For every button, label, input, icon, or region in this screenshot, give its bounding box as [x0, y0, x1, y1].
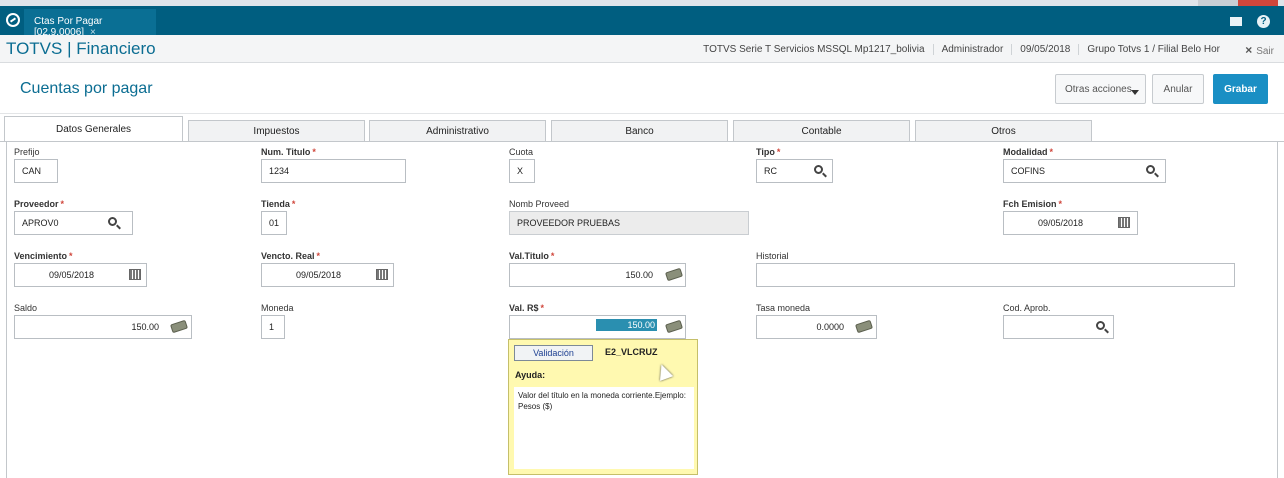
- cancel-button[interactable]: Anular: [1152, 74, 1204, 104]
- fch-emision-label: Fch Emision *: [1003, 199, 1063, 209]
- saldo-label: Saldo: [14, 303, 38, 313]
- cod-aprob-label: Cod. Aprob.: [1003, 303, 1051, 313]
- mail-icon[interactable]: [1230, 17, 1242, 26]
- proveedor-label: Proveedor *: [14, 199, 65, 209]
- vencto-real-label: Vencto. Real *: [261, 251, 321, 261]
- historial-label: Historial: [756, 251, 789, 261]
- tab-datos-generales[interactable]: Datos Generales: [4, 116, 183, 142]
- cuota-label: Cuota: [509, 147, 534, 157]
- help-icon[interactable]: ?: [1257, 15, 1270, 28]
- app-title: TOTVS | Financiero: [6, 39, 156, 58]
- app-tab-bar: Ctas Por Pagar [02.9.0006] × ?: [0, 6, 1284, 38]
- date-info: 09/05/2018: [1011, 44, 1078, 55]
- search-icon[interactable]: [1146, 165, 1155, 174]
- search-icon[interactable]: [108, 217, 117, 226]
- calendar-icon[interactable]: [376, 269, 388, 280]
- exit-button[interactable]: × Sair: [1245, 43, 1274, 57]
- validation-button[interactable]: Validación: [514, 345, 593, 361]
- branch-info: Grupo Totvs 1 / Filial Belo Hor: [1078, 44, 1228, 55]
- vencto-real-input[interactable]: 09/05/2018: [261, 263, 394, 287]
- help-text: Valor del título en la moneda corriente.…: [514, 387, 694, 469]
- val-rs-label: Val. R$ *: [509, 303, 545, 313]
- vencimiento-input[interactable]: 09/05/2018: [14, 263, 147, 287]
- val-rs-selected-value[interactable]: 150.00: [596, 319, 657, 331]
- field-help-popup: Validación E2_VLCRUZ Ayuda: Valor del tí…: [508, 339, 698, 475]
- saldo-input[interactable]: 150.00: [14, 315, 192, 339]
- field-code: E2_VLCRUZ: [605, 347, 658, 357]
- tab-contable[interactable]: Contable: [733, 120, 910, 141]
- num-titulo-input[interactable]: 1234: [261, 159, 406, 183]
- prefijo-input[interactable]: CAN: [14, 159, 58, 183]
- tab-impuestos[interactable]: Impuestos: [188, 120, 365, 141]
- app-header: TOTVS | Financiero TOTVS Serie T Servici…: [0, 35, 1284, 63]
- modalidad-input[interactable]: COFINS: [1003, 159, 1166, 183]
- tab-ctas-por-pagar[interactable]: Ctas Por Pagar [02.9.0006] ×: [24, 9, 156, 38]
- save-button[interactable]: Grabar: [1213, 74, 1268, 104]
- help-heading: Ayuda:: [515, 370, 546, 380]
- moneda-label: Moneda: [261, 303, 294, 313]
- calendar-icon[interactable]: [129, 269, 141, 280]
- moneda-input[interactable]: 1: [261, 315, 285, 339]
- tab-administrativo[interactable]: Administrativo: [369, 120, 546, 141]
- totvs-logo-icon[interactable]: [6, 13, 20, 27]
- form-tabs: Datos Generales Impuestos Administrativo…: [0, 116, 1284, 142]
- tab-otros[interactable]: Otros: [915, 120, 1092, 141]
- page-header: Cuentas por pagar Otras acciones Anular …: [0, 64, 1284, 114]
- chevron-down-icon: [1131, 90, 1139, 95]
- tasa-moneda-label: Tasa moneda: [756, 303, 811, 313]
- modalidad-label: Modalidad *: [1003, 147, 1054, 157]
- user-info: Administrador: [932, 44, 1012, 55]
- tienda-input[interactable]: 01: [261, 211, 287, 235]
- calendar-icon[interactable]: [1118, 217, 1130, 228]
- environment-info: TOTVS Serie T Servicios MSSQL Mp1217_bol…: [703, 44, 925, 55]
- historial-input[interactable]: [756, 263, 1235, 287]
- num-titulo-label: Num. Titulo *: [261, 147, 316, 157]
- nomb-proveed-label: Nomb Proveed: [509, 199, 570, 209]
- val-titulo-input[interactable]: 150.00: [509, 263, 686, 287]
- search-icon[interactable]: [814, 165, 823, 174]
- vencimiento-label: Vencimiento *: [14, 251, 73, 261]
- tipo-label: Tipo *: [756, 147, 781, 157]
- search-icon[interactable]: [1096, 321, 1105, 330]
- more-actions-button[interactable]: Otras acciones: [1055, 74, 1146, 104]
- tab-banco[interactable]: Banco: [551, 120, 728, 141]
- close-icon: ×: [1245, 43, 1253, 57]
- tienda-label: Tienda *: [261, 199, 296, 209]
- nomb-proveed-input: PROVEEDOR PRUEBAS: [509, 211, 749, 235]
- cuota-input[interactable]: X: [509, 159, 535, 183]
- prefijo-label: Prefijo: [14, 147, 40, 157]
- val-titulo-label: Val.Titulo *: [509, 251, 555, 261]
- page-title: Cuentas por pagar: [20, 80, 153, 97]
- session-info: TOTVS Serie T Servicios MSSQL Mp1217_bol…: [695, 44, 1228, 55]
